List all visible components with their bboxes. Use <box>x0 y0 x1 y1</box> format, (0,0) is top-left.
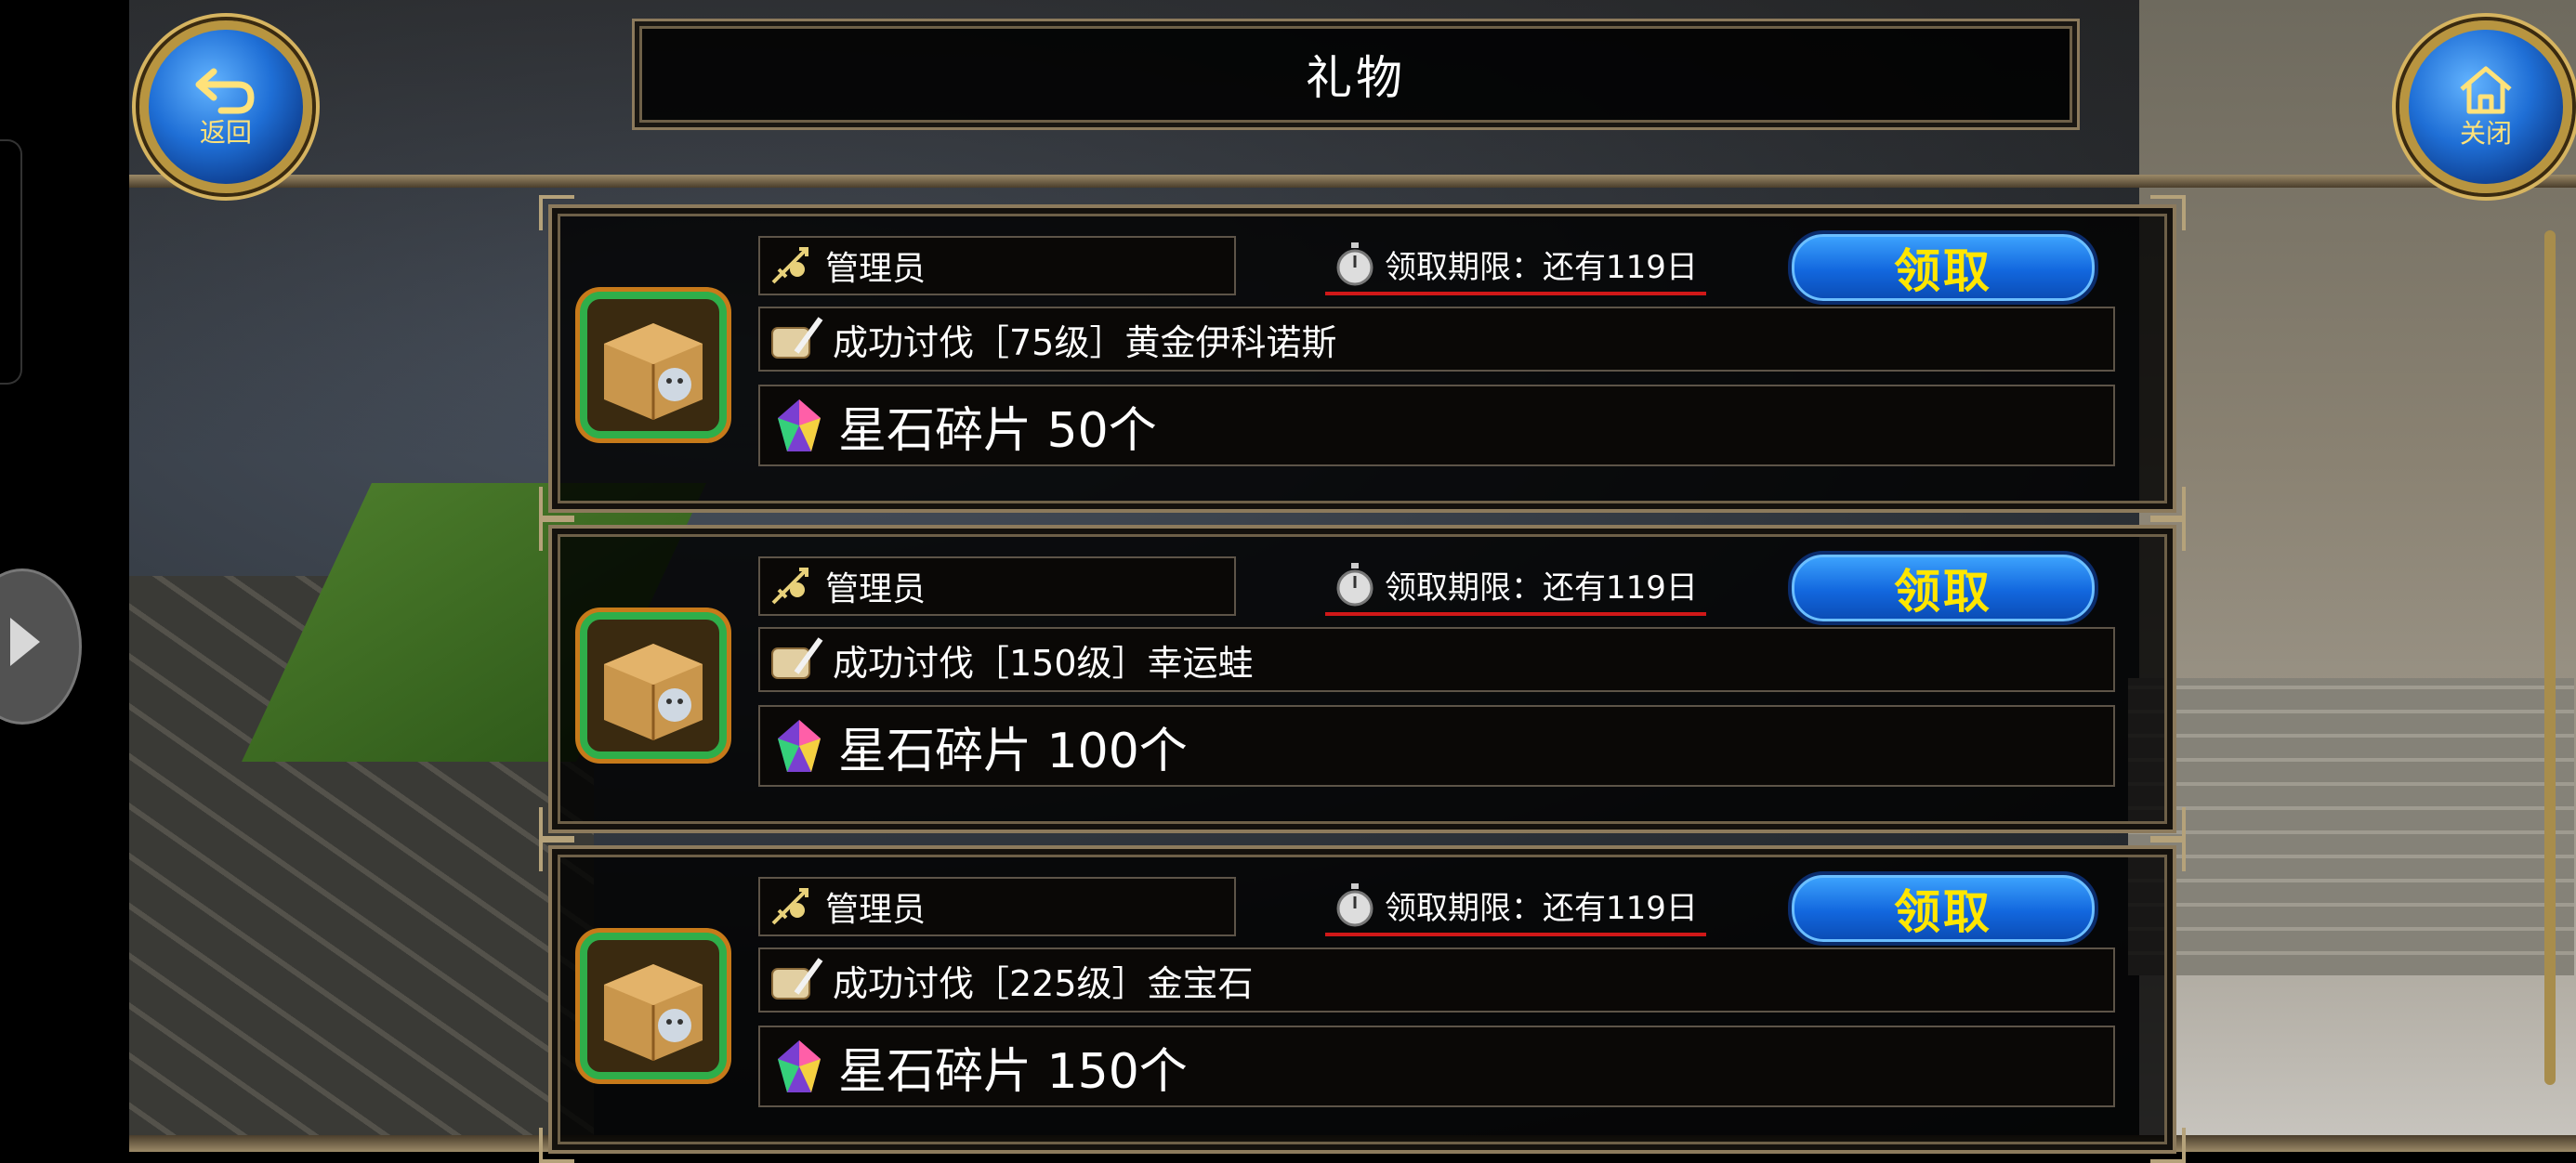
gift-card: 管理员 领取期限：还有119日 领取 成功讨伐［150级］幸运蛙 星石碎片 10… <box>539 516 2186 843</box>
sender-name: 管理员 <box>825 891 927 929</box>
description-text: 成功讨伐［150级］幸运蛙 <box>833 642 1254 684</box>
gift-reward: 星石碎片 100个 <box>758 705 2115 787</box>
frame-top-border <box>129 175 2576 188</box>
sender-name: 管理员 <box>825 250 927 288</box>
deadline-text: 领取期限：还有119日 <box>1385 248 1698 286</box>
gift-box-icon <box>580 292 727 438</box>
home-icon <box>2460 66 2512 114</box>
page-title: 礼物 <box>1306 51 1406 105</box>
gift-description: 成功讨伐［150级］幸运蛙 <box>758 627 2115 692</box>
admin-sword-icon <box>760 886 825 927</box>
scroll-quill-icon <box>760 635 833 684</box>
gift-reward: 星石碎片 50个 <box>758 385 2115 466</box>
description-text: 成功讨伐［75级］黄金伊科诺斯 <box>833 321 1337 363</box>
sender-field: 管理员 <box>758 236 1236 295</box>
stopwatch-icon <box>1325 561 1385 608</box>
reward-text: 星石碎片 100个 <box>838 723 1188 779</box>
claim-deadline: 领取期限：还有119日 <box>1325 877 1706 936</box>
deadline-text: 领取期限：还有119日 <box>1385 889 1698 927</box>
claim-label: 领取 <box>1894 244 1992 298</box>
scroll-quill-icon <box>760 956 833 1004</box>
gift-card: 管理员 领取期限：还有119日 领取 成功讨伐［75级］黄金伊科诺斯 星石碎片 … <box>539 195 2186 522</box>
admin-sword-icon <box>760 245 825 286</box>
close-button[interactable]: 关闭 <box>2399 20 2572 193</box>
gift-description: 成功讨伐［75级］黄金伊科诺斯 <box>758 307 2115 372</box>
reward-text: 星石碎片 50个 <box>838 402 1157 459</box>
sender-name: 管理员 <box>825 570 927 608</box>
star-stone-icon <box>760 398 838 453</box>
admin-sword-icon <box>760 566 825 607</box>
stopwatch-icon <box>1325 882 1385 928</box>
chevron-right-icon <box>10 618 40 666</box>
gift-box-icon <box>580 612 727 759</box>
star-stone-icon <box>760 718 838 774</box>
claim-deadline: 领取期限：还有119日 <box>1325 236 1706 295</box>
gift-card: 管理员 领取期限：还有119日 领取 成功讨伐［225级］金宝石 星石碎片 15… <box>539 836 2186 1163</box>
description-text: 成功讨伐［225级］金宝石 <box>833 962 1254 1004</box>
gift-reward: 星石碎片 150个 <box>758 1026 2115 1107</box>
back-arrow-icon <box>195 68 255 114</box>
deadline-text: 领取期限：还有119日 <box>1385 568 1698 607</box>
star-stone-icon <box>760 1039 838 1094</box>
scroll-quill-icon <box>760 315 833 363</box>
claim-button[interactable]: 领取 <box>1788 551 2098 625</box>
claim-label: 领取 <box>1894 565 1992 619</box>
sender-field: 管理员 <box>758 877 1236 936</box>
gift-description: 成功讨伐［225级］金宝石 <box>758 947 2115 1013</box>
claim-button[interactable]: 领取 <box>1788 230 2098 305</box>
sender-field: 管理员 <box>758 556 1236 616</box>
title-bar: 礼物 <box>632 19 2080 130</box>
edge-tab[interactable] <box>0 139 22 385</box>
claim-button[interactable]: 领取 <box>1788 871 2098 946</box>
close-label: 关闭 <box>2459 118 2512 149</box>
stopwatch-icon <box>1325 241 1385 287</box>
claim-deadline: 领取期限：还有119日 <box>1325 556 1706 616</box>
reward-text: 星石碎片 150个 <box>838 1043 1188 1100</box>
back-button[interactable]: 返回 <box>139 20 312 193</box>
stone-stairs <box>2128 678 2574 975</box>
list-scrollbar[interactable] <box>2544 230 2556 1085</box>
claim-label: 领取 <box>1894 885 1992 939</box>
gift-box-icon <box>580 933 727 1079</box>
back-label: 返回 <box>199 117 252 148</box>
